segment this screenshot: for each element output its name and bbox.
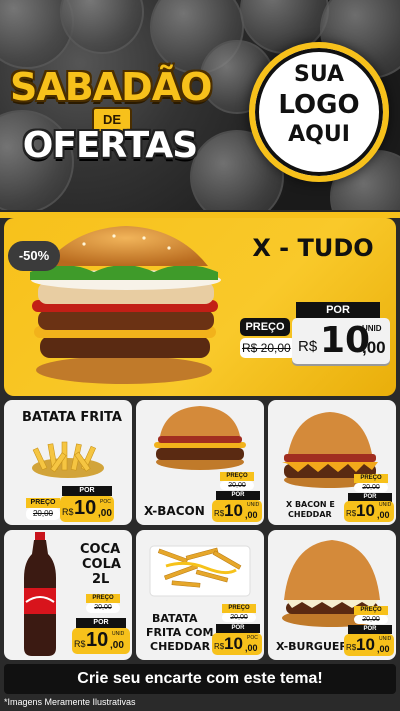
price-currency: R$: [214, 509, 225, 518]
current-price: R$ 10 ,00 POC: [60, 496, 114, 522]
title-sabadao: SABADÃO: [10, 65, 212, 109]
preco-tag: PREÇO: [240, 318, 290, 336]
preco-tag: PREÇO: [354, 606, 388, 615]
product-name-line1: BATATA: [152, 612, 198, 625]
price-currency: R$: [74, 639, 86, 649]
current-price: R$ 10 ,00 UNID: [344, 634, 394, 656]
coin-decoration: [60, 0, 144, 54]
price-unit: UNID: [112, 631, 125, 637]
featured-product-name: X - TUDO: [252, 234, 374, 262]
preco-tag: PREÇO: [220, 472, 254, 481]
price-unit: POC: [100, 499, 111, 505]
price-integer: 10: [224, 501, 243, 520]
preco-tag: PREÇO: [26, 498, 60, 508]
product-name-line3: CHEDDAR: [150, 640, 211, 653]
product-name: X-BURGUER: [276, 640, 348, 653]
product-name-line1: COCA: [80, 542, 121, 557]
price-decimal: ,00: [377, 510, 390, 520]
price-integer: 10: [356, 501, 375, 520]
product-name-line1: X BACON E: [286, 500, 335, 509]
logo-text-line2: LOGO: [278, 90, 360, 120]
cta-banner[interactable]: Crie seu encarte com este tema!: [4, 664, 396, 694]
old-price: 20,00: [26, 508, 60, 520]
price-integer: 10: [356, 635, 375, 654]
title-ofertas: OFERTAS: [22, 125, 198, 166]
product-name-line2: FRITA COM: [146, 626, 214, 639]
old-price-value: 20,00: [362, 616, 380, 623]
product-card-x-bacon: X-BACON PREÇO 20,00 POR R$ 10 ,00 UNID: [136, 400, 264, 525]
price-decimal: ,00: [98, 508, 112, 519]
price-unit: UNID: [247, 502, 260, 508]
current-price: R$ 10 ,00 UNID: [212, 500, 262, 522]
price-decimal: ,00: [245, 510, 258, 520]
disclaimer-text: *Imagens Meramente Ilustrativas: [4, 697, 136, 707]
product-card-x-burguer: X-BURGUER PREÇO 20,00 POR R$ 10 ,00 UNID: [268, 530, 396, 660]
price-currency: R$: [62, 507, 74, 517]
logo-placeholder: SUA LOGO AQUI: [249, 42, 389, 182]
old-price-value: 20,00: [228, 482, 246, 489]
current-price: R$ 10 ,00 UNID: [344, 501, 394, 522]
current-price: R$ 10 ,00 POC: [212, 633, 262, 655]
por-tag: POR: [348, 625, 392, 634]
old-price-value: R$ 20,00: [242, 341, 291, 355]
product-name-line2: COLA: [82, 557, 121, 572]
price-unit: UNID: [379, 636, 392, 642]
preco-tag: PREÇO: [86, 594, 120, 603]
price-integer: 10: [86, 629, 109, 651]
preco-tag: PREÇO: [222, 604, 256, 613]
por-tag: POR: [62, 486, 112, 496]
discount-badge: -50%: [8, 241, 60, 271]
por-tag: POR: [296, 302, 380, 318]
old-price: 20,00: [86, 603, 120, 613]
price-decimal: ,00: [362, 338, 386, 357]
por-tag: POR: [216, 491, 260, 500]
old-price: R$ 20,00: [240, 338, 296, 358]
old-price-value: 20,00: [94, 604, 112, 611]
price-integer: 10: [224, 634, 243, 653]
product-name-line3: 2L: [92, 572, 110, 587]
product-card-x-bacon-cheddar: X BACON E CHEDDAR PREÇO 20,00 POR R$ 10 …: [268, 400, 396, 525]
current-price: R$ 10 ,00 UNID: [72, 628, 130, 654]
price-unit: UNID: [362, 324, 382, 333]
logo-text-line3: AQUI: [288, 122, 350, 147]
current-price: R$ 10 ,00 UNID: [292, 318, 390, 364]
product-card-batata-frita: BATATA FRITA PREÇO 20,00 POR R$ 10 ,00 P…: [4, 400, 132, 525]
price-unit: POC: [247, 635, 258, 641]
price-unit: UNID: [379, 502, 392, 508]
price-integer: 10: [74, 497, 97, 519]
old-price: 20,00: [354, 483, 388, 492]
old-price: 20,00: [354, 615, 388, 624]
price-currency: R$: [346, 643, 357, 652]
old-price: 20,00: [220, 481, 254, 490]
por-tag: POR: [76, 618, 126, 628]
old-price-value: 20,00: [32, 509, 54, 518]
price-decimal: ,00: [110, 640, 124, 651]
product-name-line2: CHEDDAR: [288, 510, 332, 519]
hero-banner: SABADÃO DE OFERTAS SUA LOGO AQUI: [0, 0, 400, 210]
por-tag: POR: [216, 624, 260, 633]
old-price-value: 20,00: [230, 614, 248, 621]
price-decimal: ,00: [377, 644, 390, 654]
old-price-value: 20,00: [362, 484, 380, 491]
product-card-coca-cola: COCA COLA 2L PREÇO 20,00 POR R$ 10 ,00 U…: [4, 530, 132, 660]
price-currency: R$: [214, 642, 225, 651]
product-card-batata-cheddar: BATATA FRITA COM CHEDDAR PREÇO 20,00 POR…: [136, 530, 264, 660]
old-price: 20,00: [222, 613, 256, 622]
price-currency: R$: [298, 338, 318, 355]
price-currency: R$: [346, 509, 357, 518]
product-name: X-BACON: [144, 504, 205, 518]
price-decimal: ,00: [245, 643, 258, 653]
preco-tag: PREÇO: [354, 474, 388, 483]
promo-title: SABADÃO DE OFERTAS: [10, 55, 212, 175]
logo-text-line1: SUA: [293, 62, 345, 87]
